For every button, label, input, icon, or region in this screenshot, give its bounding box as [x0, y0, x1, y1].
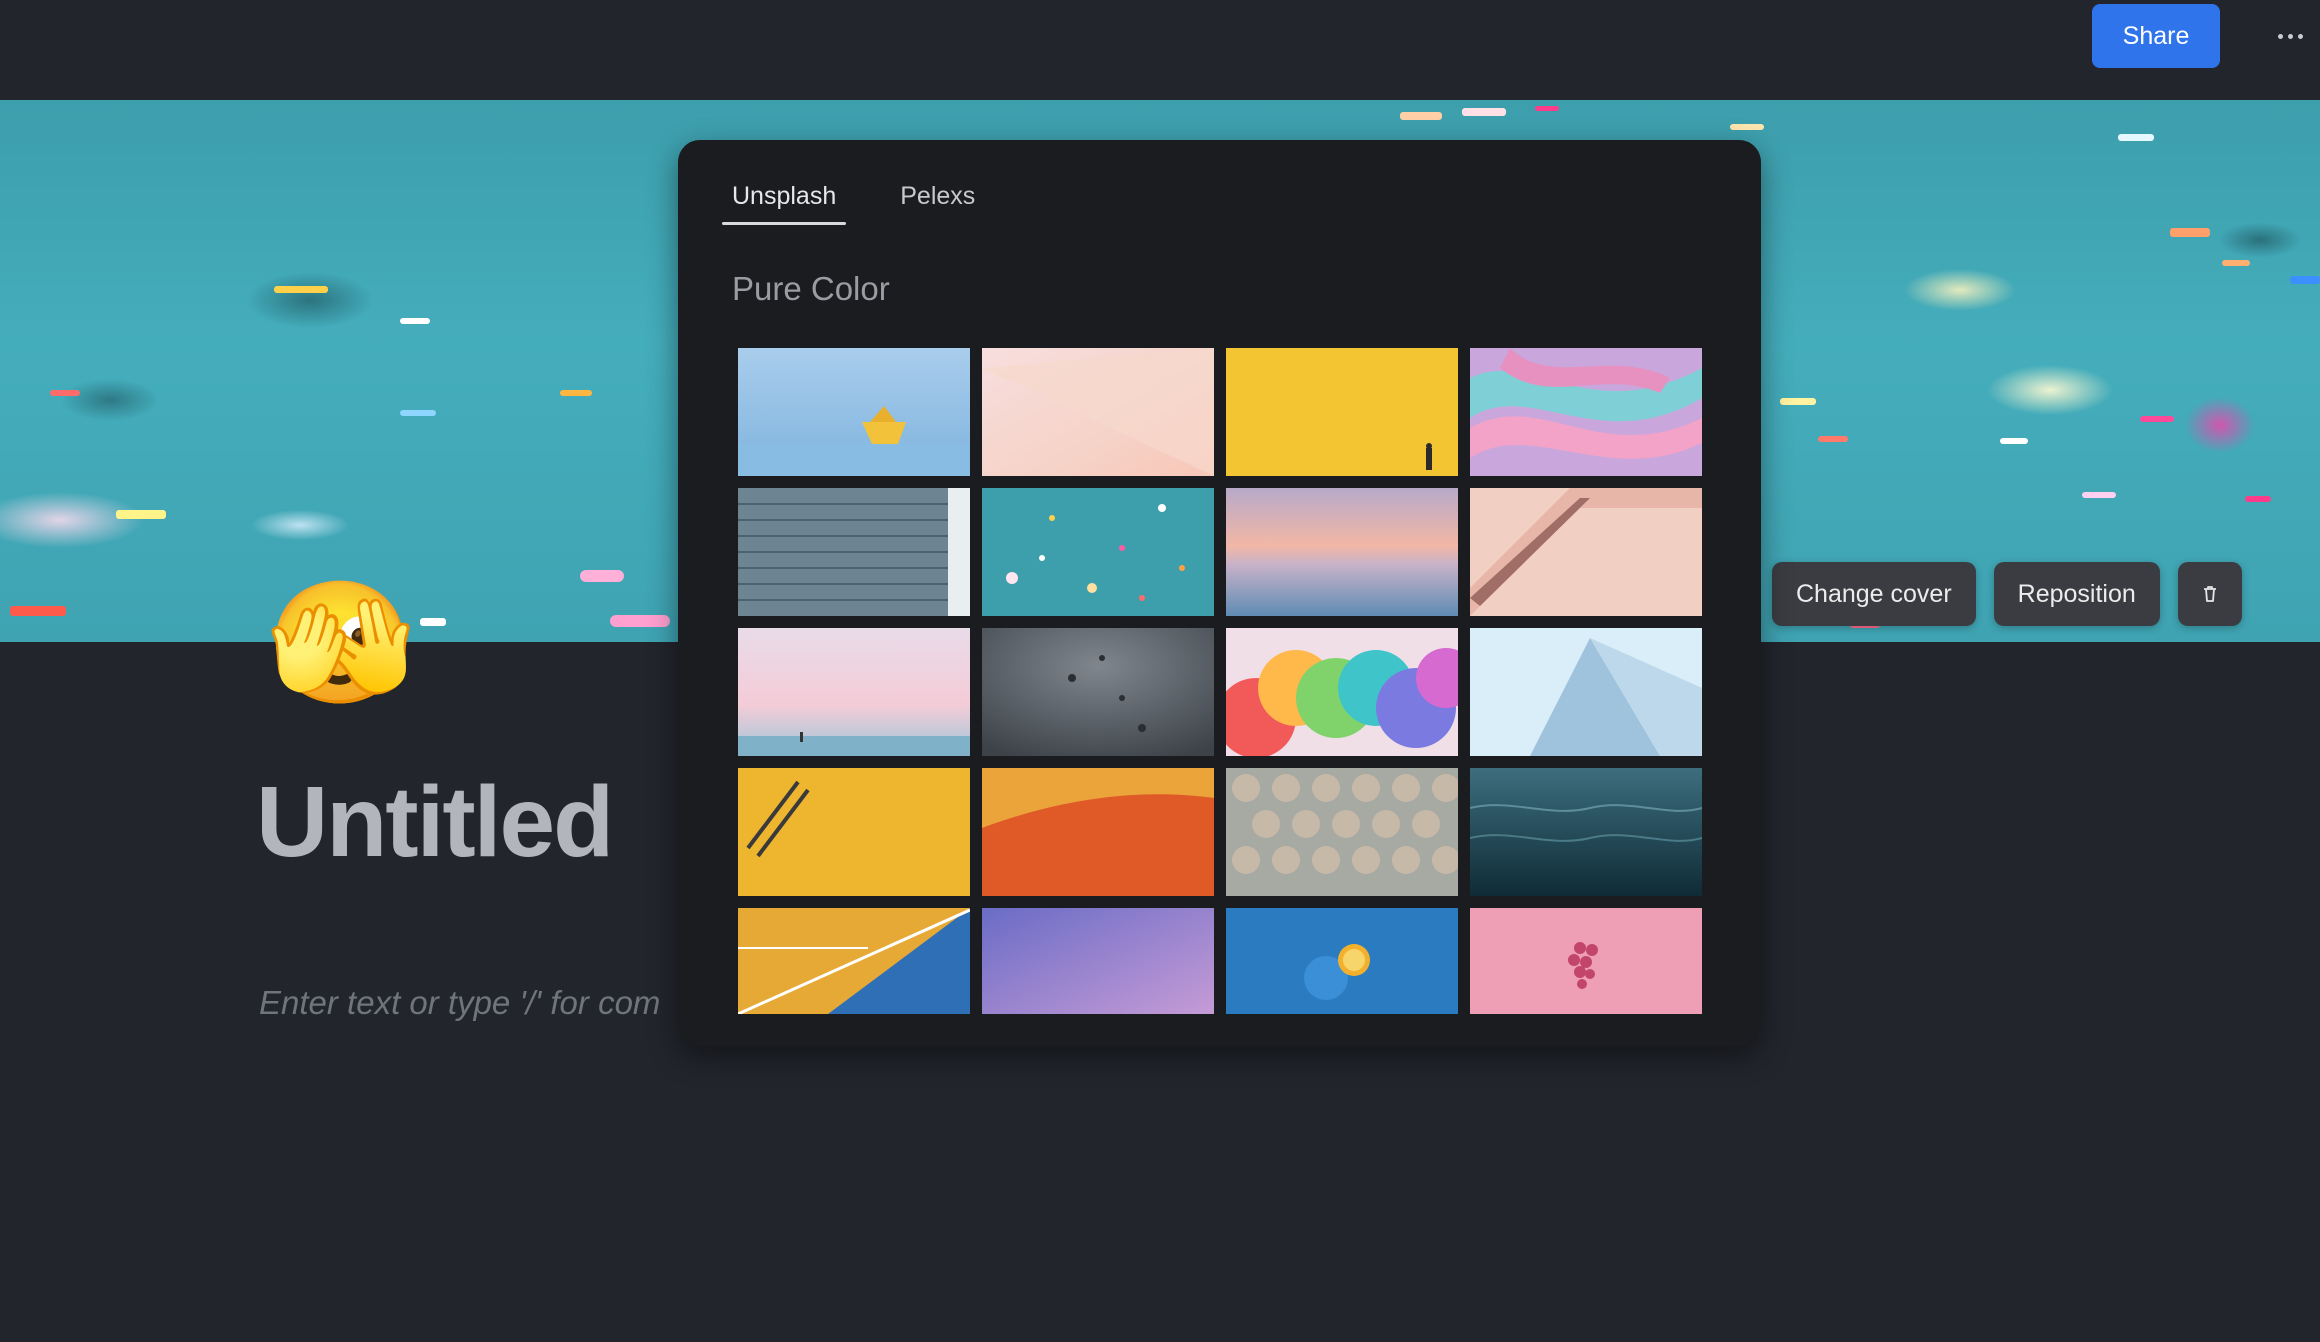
tab-pelexs[interactable]: Pelexs	[890, 170, 985, 225]
change-cover-button[interactable]: Change cover	[1772, 562, 1976, 626]
delete-cover-button[interactable]	[2177, 562, 2242, 626]
cover-thumbnail[interactable]	[1470, 488, 1702, 616]
page-emoji[interactable]: 🫣	[266, 574, 415, 714]
cover-thumbnail[interactable]	[1226, 628, 1458, 756]
cover-thumbnail[interactable]	[738, 348, 970, 476]
cover-thumbnail[interactable]	[1470, 768, 1702, 896]
cover-thumbnail[interactable]	[738, 768, 970, 896]
top-bar: Share	[0, 0, 2320, 100]
cover-actions: Change cover Reposition	[1772, 562, 2242, 626]
cover-thumbnail[interactable]	[738, 488, 970, 616]
cover-thumbnail[interactable]	[1226, 488, 1458, 616]
cover-thumbnail[interactable]	[738, 628, 970, 756]
image-grid	[738, 348, 1702, 1036]
cover-thumbnail[interactable]	[1470, 348, 1702, 476]
more-options-icon[interactable]	[2268, 16, 2312, 56]
cover-thumbnail[interactable]	[982, 628, 1214, 756]
cover-thumbnail[interactable]	[982, 908, 1214, 1014]
cover-thumbnail[interactable]	[982, 768, 1214, 896]
page-title[interactable]: Untitled	[256, 762, 614, 882]
cover-thumbnail[interactable]	[982, 488, 1214, 616]
cover-thumbnail[interactable]	[982, 348, 1214, 476]
reposition-button[interactable]: Reposition	[1993, 562, 2160, 626]
share-button[interactable]: Share	[2092, 4, 2220, 68]
section-title: Pure Color	[732, 270, 890, 307]
cover-thumbnail[interactable]	[1226, 908, 1458, 1014]
cover-picker-popover: Unsplash Pelexs Pure Color	[678, 140, 1761, 1046]
tab-unsplash[interactable]: Unsplash	[722, 170, 847, 225]
cover-thumbnail[interactable]	[1226, 348, 1458, 476]
trash-icon	[2203, 586, 2216, 602]
cover-thumbnail[interactable]	[1470, 908, 1702, 1014]
cover-thumbnail[interactable]	[738, 908, 970, 1014]
cover-thumbnail[interactable]	[1226, 768, 1458, 896]
editor-placeholder[interactable]: Enter text or type '/' for com	[259, 984, 679, 1022]
picker-tabs: Unsplash Pelexs	[722, 170, 985, 225]
cover-thumbnail[interactable]	[1470, 628, 1702, 756]
